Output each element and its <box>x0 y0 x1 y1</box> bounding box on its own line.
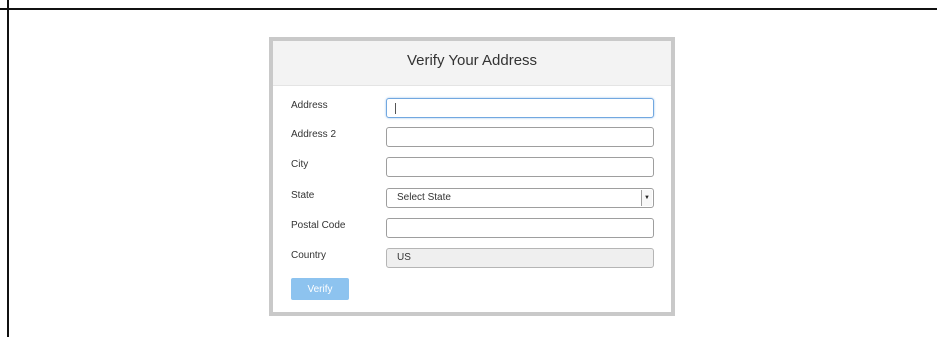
verify-button[interactable]: Verify <box>291 278 349 300</box>
address2-input[interactable] <box>386 127 654 147</box>
address-label: Address <box>291 100 328 111</box>
country-input: US <box>386 248 654 268</box>
dialog-title: Verify Your Address <box>406 51 538 69</box>
state-label: State <box>291 190 315 201</box>
verify-address-dialog: Verify Your Address Address Address 2 Ci… <box>269 37 675 316</box>
country-label: Country <box>291 250 327 261</box>
country-row: Country US <box>273 248 671 268</box>
dialog-header: Verify Your Address <box>273 41 671 86</box>
dropdown-arrow-icon[interactable]: ▼ <box>641 190 652 206</box>
address-row: Address <box>273 98 671 118</box>
state-select-value: Select State <box>397 192 451 203</box>
postal-code-input[interactable] <box>386 218 654 238</box>
city-label: City <box>291 159 309 170</box>
address2-label: Address 2 <box>291 129 337 140</box>
state-select[interactable]: Select State ▼ <box>386 188 654 208</box>
page-top-border <box>0 8 937 10</box>
postal-code-label: Postal Code <box>291 220 346 231</box>
address-input[interactable] <box>386 98 654 118</box>
city-row: City <box>273 157 671 177</box>
state-row: State Select State ▼ <box>273 188 671 208</box>
city-input[interactable] <box>386 157 654 177</box>
postal-row: Postal Code <box>273 218 671 238</box>
text-caret <box>395 103 396 114</box>
address2-row: Address 2 <box>273 127 671 147</box>
page-left-border <box>7 0 9 337</box>
